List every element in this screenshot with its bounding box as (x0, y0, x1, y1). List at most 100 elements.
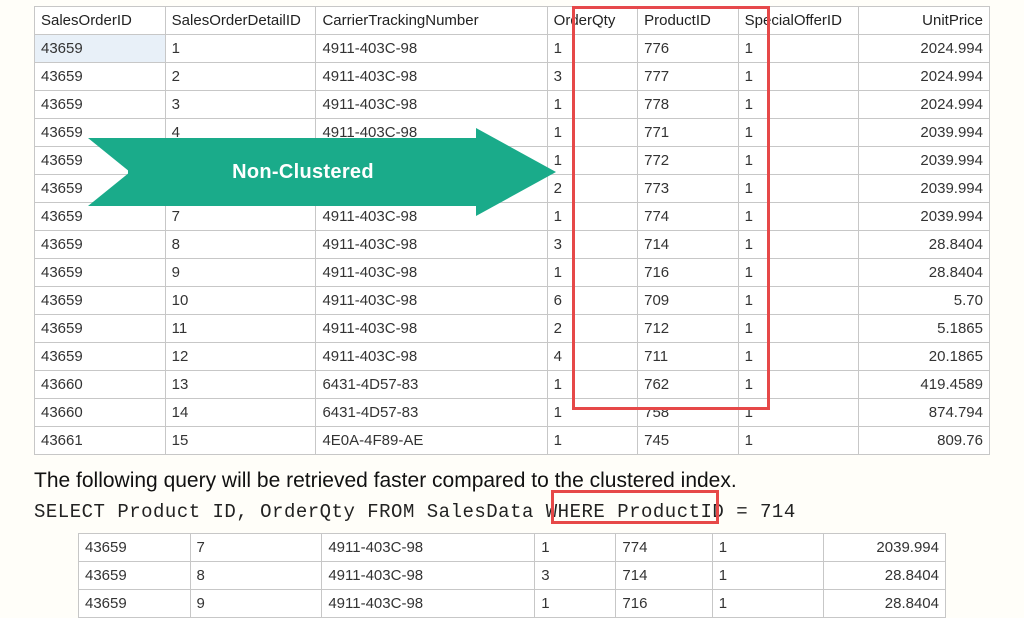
cell: 20.1865 (859, 343, 990, 371)
cell: 2 (547, 315, 637, 343)
sql-query: SELECT Product ID, OrderQty FROM SalesDa… (34, 501, 990, 523)
cell: 1 (547, 371, 637, 399)
cell: 716 (616, 590, 712, 618)
table-row[interactable]: 43659104911-403C-98670915.70 (35, 287, 990, 315)
cell: 419.4589 (859, 371, 990, 399)
table-row[interactable]: 4365914911-403C-98177612024.994 (35, 35, 990, 63)
table-row[interactable]: 4365934911-403C-98177812024.994 (35, 91, 990, 119)
cell: 773 (638, 175, 739, 203)
cell: 28.8404 (824, 590, 946, 618)
col-carriertracking[interactable]: CarrierTrackingNumber (316, 7, 547, 35)
cell: 1 (738, 427, 859, 455)
cell: 7 (190, 534, 322, 562)
cell: 43659 (35, 63, 166, 91)
cell: 6431-4D57-83 (316, 371, 547, 399)
cell: 1 (738, 287, 859, 315)
cell: 1 (547, 427, 637, 455)
cell: 774 (616, 534, 712, 562)
table-row[interactable]: 4365944911-403C-98177112039.994 (35, 119, 990, 147)
table-header-row: SalesOrderID SalesOrderDetailID CarrierT… (35, 7, 990, 35)
cell: 1 (738, 399, 859, 427)
table-row[interactable]: 4365984911-403C-983714128.8404 (79, 562, 946, 590)
cell: 1 (738, 259, 859, 287)
cell: 745 (638, 427, 739, 455)
cell: 4E0A-4F89-AE (316, 427, 547, 455)
cell: 13 (165, 371, 316, 399)
table-row[interactable]: 4365964911-403C-98277312039.994 (35, 175, 990, 203)
table-row[interactable]: 43659114911-403C-98271215.1865 (35, 315, 990, 343)
cell: 43659 (79, 534, 191, 562)
cell: 4911-403C-98 (316, 35, 547, 63)
table-row[interactable]: 4365954911-403C-98177212039.994 (35, 147, 990, 175)
cell: 4911-403C-98 (316, 231, 547, 259)
cell: 709 (638, 287, 739, 315)
col-salesorderdetailid[interactable]: SalesOrderDetailID (165, 7, 316, 35)
cell: 2039.994 (859, 175, 990, 203)
cell: 6 (547, 287, 637, 315)
cell: 1 (547, 119, 637, 147)
cell: 43660 (35, 371, 166, 399)
col-salesorderid[interactable]: SalesOrderID (35, 7, 166, 35)
cell: 4911-403C-98 (322, 562, 535, 590)
table-row[interactable]: 43661154E0A-4F89-AE17451809.76 (35, 427, 990, 455)
cell: 3 (547, 231, 637, 259)
cell: 3 (547, 63, 637, 91)
table-row[interactable]: 43659124911-403C-984711120.1865 (35, 343, 990, 371)
cell: 1 (547, 399, 637, 427)
cell: 43659 (35, 287, 166, 315)
cell: 874.794 (859, 399, 990, 427)
cell: 6431-4D57-83 (316, 399, 547, 427)
cell: 2039.994 (859, 147, 990, 175)
col-orderqty[interactable]: OrderQty (547, 7, 637, 35)
cell: 43659 (35, 91, 166, 119)
cell: 2039.994 (859, 119, 990, 147)
table-row[interactable]: 4365974911-403C-98177412039.994 (35, 203, 990, 231)
col-specialofferid[interactable]: SpecialOfferID (738, 7, 859, 35)
cell: 1 (738, 175, 859, 203)
cell: 2 (165, 63, 316, 91)
cell: 1 (547, 259, 637, 287)
cell: 43661 (35, 427, 166, 455)
cell: 9 (190, 590, 322, 618)
cell: 771 (638, 119, 739, 147)
cell: 2 (547, 175, 637, 203)
col-unitprice[interactable]: UnitPrice (859, 7, 990, 35)
cell: 5.70 (859, 287, 990, 315)
cell: 5 (165, 147, 316, 175)
cell: 774 (638, 203, 739, 231)
cell: 43659 (35, 315, 166, 343)
table-row[interactable]: 43660136431-4D57-8317621419.4589 (35, 371, 990, 399)
cell: 28.8404 (859, 231, 990, 259)
cell: 43659 (35, 35, 166, 63)
cell: 43660 (35, 399, 166, 427)
cell: 4911-403C-98 (316, 147, 547, 175)
caption-text: The following query will be retrieved fa… (34, 469, 990, 493)
cell: 2024.994 (859, 91, 990, 119)
table-row[interactable]: 4365984911-403C-983714128.8404 (35, 231, 990, 259)
cell: 1 (547, 203, 637, 231)
table-row[interactable]: 43660146431-4D57-8317581874.794 (35, 399, 990, 427)
cell: 1 (738, 371, 859, 399)
cell: 11 (165, 315, 316, 343)
cell: 1 (738, 147, 859, 175)
cell: 4911-403C-98 (316, 203, 547, 231)
col-productid[interactable]: ProductID (638, 7, 739, 35)
cell: 809.76 (859, 427, 990, 455)
cell: 4911-403C-98 (316, 63, 547, 91)
cell: 4911-403C-98 (322, 590, 535, 618)
cell: 43659 (35, 147, 166, 175)
table-row[interactable]: 4365974911-403C-98177412039.994 (79, 534, 946, 562)
table-row[interactable]: 4365994911-403C-981716128.8404 (79, 590, 946, 618)
cell: 4911-403C-98 (316, 119, 547, 147)
cell: 1 (535, 534, 616, 562)
cell: 3 (165, 91, 316, 119)
table-row[interactable]: 4365994911-403C-981716128.8404 (35, 259, 990, 287)
cell: 7 (165, 203, 316, 231)
cell: 714 (638, 231, 739, 259)
cell: 1 (547, 147, 637, 175)
cell: 1 (712, 534, 824, 562)
data-grid[interactable]: SalesOrderID SalesOrderDetailID CarrierT… (34, 6, 990, 455)
table-row[interactable]: 4365924911-403C-98377712024.994 (35, 63, 990, 91)
cell: 2039.994 (824, 534, 946, 562)
result-grid[interactable]: 4365974911-403C-98177412039.994436598491… (78, 533, 946, 618)
